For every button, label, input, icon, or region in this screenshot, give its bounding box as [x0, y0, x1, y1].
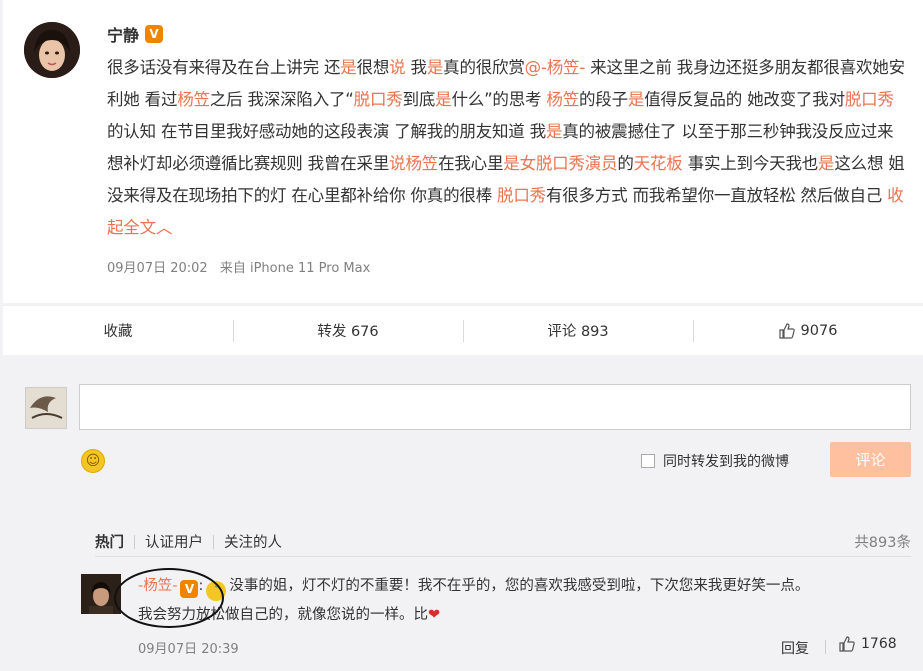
comment-line-1: -杨笠- V: ˇ 没事的姐，灯不灯的不重要！我不在乎的，您的喜欢我感受到啦，下次您来…: [138, 572, 913, 601]
post-text-segment: 的: [617, 154, 634, 173]
forward-checkbox[interactable]: [641, 454, 655, 468]
post-highlight-link[interactable]: 说杨笠: [389, 154, 438, 173]
post-highlight-link[interactable]: 天花板: [634, 154, 683, 173]
like-count: 9076: [800, 322, 838, 339]
tab-following[interactable]: 关注的人: [214, 531, 292, 552]
post-text-segment: 什么”的思考: [451, 90, 547, 109]
favorite-label: 收藏: [103, 324, 133, 340]
like-button[interactable]: 9076: [693, 306, 923, 355]
post-highlight-link[interactable]: 是: [546, 122, 563, 141]
comment-filter-tabs: 热门 认证用户 关注的人: [95, 531, 292, 552]
post-highlight-link[interactable]: 脱口秀: [845, 90, 894, 109]
post-highlight-link[interactable]: 是: [340, 58, 357, 77]
annotation-circle: [114, 568, 224, 628]
post-text-segment: 事实上到今天我也: [682, 154, 819, 173]
post-meta: 09月07日 20:02 来自 iPhone 11 Pro Max: [107, 257, 378, 276]
post-highlight-link[interactable]: 说: [389, 58, 406, 77]
post-text-segment: 真的很欣赏: [443, 58, 525, 77]
comment-like-button[interactable]: 1768: [839, 636, 897, 652]
chevron-up-icon: ︿: [155, 218, 173, 237]
comment-text-1: 没事的姐，灯不灯的不重要！我不在乎的，您的喜欢我感受到啦，下次您来我更好笑一点。: [229, 578, 810, 594]
post-text-segment: 我: [405, 58, 428, 77]
reply-button[interactable]: 回复: [781, 638, 809, 658]
post-time[interactable]: 09月07日 20:02: [107, 261, 208, 276]
post-text-segment: 值得反复品的 她改变了我对: [644, 90, 845, 109]
action-bar: 收藏 转发 676 评论 893 9076: [3, 305, 923, 355]
post-text-segment: 的段子: [579, 90, 628, 109]
post-highlight-link[interactable]: 杨笠: [177, 90, 210, 109]
divider: [825, 640, 826, 654]
comment-button[interactable]: 评论 893: [463, 306, 693, 355]
comment-time: 09月07日 20:39: [138, 642, 239, 657]
comment-input[interactable]: [79, 384, 911, 430]
thumbs-up-icon: [839, 636, 855, 652]
post-highlight-link[interactable]: 是: [628, 90, 645, 109]
tab-verified-users[interactable]: 认证用户: [135, 531, 213, 552]
author-avatar[interactable]: [24, 22, 80, 78]
author-name[interactable]: 宁静: [107, 22, 139, 46]
thumbs-up-icon: [778, 322, 795, 339]
heart-icon: ❤: [428, 607, 441, 623]
post-text-segment: 的认知 在节目里我好感动她的这段表演 了解我的朋友知道 我: [107, 122, 546, 141]
current-user-avatar: [25, 387, 67, 429]
post-highlight-link[interactable]: @-杨笠-: [525, 58, 586, 77]
favorite-button[interactable]: 收藏: [3, 306, 233, 355]
comment-label: 评论 893: [547, 324, 609, 340]
post-highlight-link[interactable]: 脱口秀: [497, 186, 546, 205]
author-row: 宁静 V: [107, 22, 164, 46]
post-text: 很多话没有来得及在台上讲完 还是很想说 我是真的很欣赏@-杨笠- 来这里之前 我…: [107, 52, 907, 244]
forward-label: 同时转发到我的微博: [663, 454, 789, 470]
post-text-segment: 到底: [402, 90, 436, 109]
post-card: 宁静 V 很多话没有来得及在台上讲完 还是很想说 我是真的很欣赏@-杨笠- 来这…: [3, 0, 923, 303]
tab-hot[interactable]: 热门: [95, 531, 134, 552]
post-text-segment: 有很多方式 而我希望你一直放轻松 然后做自己: [545, 186, 888, 205]
post-text-segment: 在我心里: [438, 154, 504, 173]
comment-body: -杨笠- V: ˇ 没事的姐，灯不灯的不重要！我不在乎的，您的喜欢我感受到啦，下次您来…: [138, 572, 913, 629]
post-text-segment: 很多话没有来得及在台上讲完 还: [107, 58, 341, 77]
post-text-segment: 很想: [356, 58, 390, 77]
repost-label: 转发 676: [317, 324, 379, 340]
post-highlight-link[interactable]: 是: [435, 90, 452, 109]
post-highlight-link[interactable]: 是: [427, 58, 444, 77]
post-highlight-link[interactable]: 杨笠: [546, 90, 579, 109]
comment-like-count: 1768: [861, 636, 897, 652]
post-highlight-link[interactable]: 是: [818, 154, 835, 173]
post-source: 来自 iPhone 11 Pro Max: [219, 261, 371, 276]
repost-button[interactable]: 转发 676: [233, 306, 463, 355]
verified-badge-icon: V: [145, 25, 164, 43]
divider: [95, 556, 911, 557]
comment-line-2: 我会努力放松做自己的，就像您说的一样。比❤: [138, 601, 913, 629]
comment-total: 共893条: [854, 535, 911, 551]
post-text-segment: 之后 我深深陷入了“: [209, 90, 354, 109]
post-highlight-link[interactable]: 脱口秀: [354, 90, 403, 109]
emoji-icon[interactable]: ☺: [81, 449, 105, 473]
submit-comment-button[interactable]: 评论: [830, 442, 911, 477]
forward-to-weibo-option[interactable]: 同时转发到我的微博: [641, 451, 789, 471]
post-highlight-link[interactable]: 是女脱口秀演员: [503, 154, 617, 173]
